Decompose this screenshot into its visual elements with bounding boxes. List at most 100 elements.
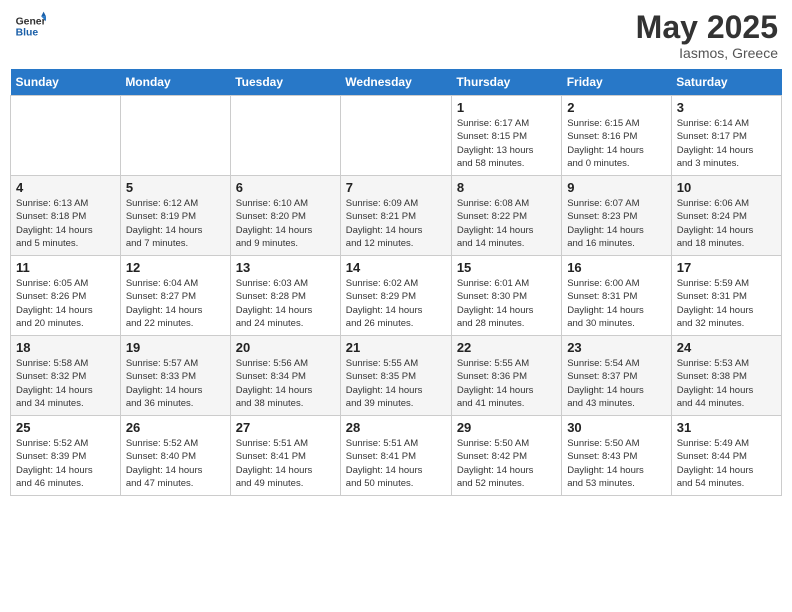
day-info: Sunrise: 6:07 AM Sunset: 8:23 PM Dayligh… [567, 197, 666, 250]
day-number: 2 [567, 100, 666, 115]
calendar-week-2: 4 Sunrise: 6:13 AM Sunset: 8:18 PM Daylig… [11, 176, 782, 256]
calendar-cell: 8 Sunrise: 6:08 AM Sunset: 8:22 PM Daylig… [451, 176, 561, 256]
day-info: Sunrise: 6:14 AM Sunset: 8:17 PM Dayligh… [677, 117, 776, 170]
calendar-cell [230, 96, 340, 176]
day-number: 13 [236, 260, 335, 275]
day-number: 16 [567, 260, 666, 275]
day-number: 9 [567, 180, 666, 195]
day-info: Sunrise: 6:04 AM Sunset: 8:27 PM Dayligh… [126, 277, 225, 330]
day-number: 5 [126, 180, 225, 195]
calendar-cell: 16 Sunrise: 6:00 AM Sunset: 8:31 PM Dayli… [562, 256, 672, 336]
day-number: 14 [346, 260, 446, 275]
calendar-cell: 26Sunrise: 5:52 AM Sunset: 8:40 PM Dayli… [120, 416, 230, 496]
page-header: General Blue May 2025 Iasmos, Greece [10, 10, 782, 61]
day-info: Sunrise: 6:13 AM Sunset: 8:18 PM Dayligh… [16, 197, 115, 250]
calendar-cell: 18Sunrise: 5:58 AM Sunset: 8:32 PM Dayli… [11, 336, 121, 416]
calendar-table: SundayMondayTuesdayWednesdayThursdayFrid… [10, 69, 782, 496]
calendar-cell: 21Sunrise: 5:55 AM Sunset: 8:35 PM Dayli… [340, 336, 451, 416]
day-number: 15 [457, 260, 556, 275]
day-number: 6 [236, 180, 335, 195]
calendar-cell: 11 Sunrise: 6:05 AM Sunset: 8:26 PM Dayli… [11, 256, 121, 336]
weekday-header-wednesday: Wednesday [340, 69, 451, 96]
day-info: Sunrise: 5:51 AM Sunset: 8:41 PM Dayligh… [236, 437, 335, 490]
calendar-body: 1 Sunrise: 6:17 AM Sunset: 8:15 PM Daylig… [11, 96, 782, 496]
day-number: 11 [16, 260, 115, 275]
month-title: May 2025 [636, 10, 778, 45]
day-info: Sunrise: 6:12 AM Sunset: 8:19 PM Dayligh… [126, 197, 225, 250]
calendar-cell: 10 Sunrise: 6:06 AM Sunset: 8:24 PM Dayli… [671, 176, 781, 256]
day-number: 4 [16, 180, 115, 195]
calendar-week-4: 18Sunrise: 5:58 AM Sunset: 8:32 PM Dayli… [11, 336, 782, 416]
day-info: Sunrise: 6:09 AM Sunset: 8:21 PM Dayligh… [346, 197, 446, 250]
calendar-cell: 22Sunrise: 5:55 AM Sunset: 8:36 PM Dayli… [451, 336, 561, 416]
day-info: Sunrise: 5:54 AM Sunset: 8:37 PM Dayligh… [567, 357, 666, 410]
day-number: 23 [567, 340, 666, 355]
day-number: 17 [677, 260, 776, 275]
calendar-cell: 27 Sunrise: 5:51 AM Sunset: 8:41 PM Dayli… [230, 416, 340, 496]
day-info: Sunrise: 5:53 AM Sunset: 8:38 PM Dayligh… [677, 357, 776, 410]
day-number: 31 [677, 420, 776, 435]
day-info: Sunrise: 6:02 AM Sunset: 8:29 PM Dayligh… [346, 277, 446, 330]
calendar-cell: 9 Sunrise: 6:07 AM Sunset: 8:23 PM Daylig… [562, 176, 672, 256]
day-number: 28 [346, 420, 446, 435]
day-info: Sunrise: 6:06 AM Sunset: 8:24 PM Dayligh… [677, 197, 776, 250]
calendar-cell: 7 Sunrise: 6:09 AM Sunset: 8:21 PM Daylig… [340, 176, 451, 256]
day-info: Sunrise: 5:56 AM Sunset: 8:34 PM Dayligh… [236, 357, 335, 410]
day-number: 10 [677, 180, 776, 195]
calendar-cell: 5 Sunrise: 6:12 AM Sunset: 8:19 PM Daylig… [120, 176, 230, 256]
location: Iasmos, Greece [636, 45, 778, 61]
day-info: Sunrise: 5:59 AM Sunset: 8:31 PM Dayligh… [677, 277, 776, 330]
day-number: 30 [567, 420, 666, 435]
day-info: Sunrise: 5:50 AM Sunset: 8:43 PM Dayligh… [567, 437, 666, 490]
day-number: 29 [457, 420, 556, 435]
calendar-cell: 3 Sunrise: 6:14 AM Sunset: 8:17 PM Daylig… [671, 96, 781, 176]
logo: General Blue [14, 10, 46, 42]
day-number: 25 [16, 420, 115, 435]
calendar-cell: 6Sunrise: 6:10 AM Sunset: 8:20 PM Daylig… [230, 176, 340, 256]
day-info: Sunrise: 6:15 AM Sunset: 8:16 PM Dayligh… [567, 117, 666, 170]
svg-text:Blue: Blue [16, 28, 39, 39]
day-info: Sunrise: 5:52 AM Sunset: 8:39 PM Dayligh… [16, 437, 115, 490]
calendar-cell: 23 Sunrise: 5:54 AM Sunset: 8:37 PM Dayli… [562, 336, 672, 416]
calendar-cell [120, 96, 230, 176]
day-info: Sunrise: 6:05 AM Sunset: 8:26 PM Dayligh… [16, 277, 115, 330]
day-number: 7 [346, 180, 446, 195]
weekday-header-sunday: Sunday [11, 69, 121, 96]
calendar-cell: 31 Sunrise: 5:49 AM Sunset: 8:44 PM Dayli… [671, 416, 781, 496]
calendar-cell: 28 Sunrise: 5:51 AM Sunset: 8:41 PM Dayli… [340, 416, 451, 496]
day-info: Sunrise: 5:52 AM Sunset: 8:40 PM Dayligh… [126, 437, 225, 490]
day-info: Sunrise: 5:50 AM Sunset: 8:42 PM Dayligh… [457, 437, 556, 490]
calendar-week-1: 1 Sunrise: 6:17 AM Sunset: 8:15 PM Daylig… [11, 96, 782, 176]
calendar-cell: 24 Sunrise: 5:53 AM Sunset: 8:38 PM Dayli… [671, 336, 781, 416]
day-info: Sunrise: 6:00 AM Sunset: 8:31 PM Dayligh… [567, 277, 666, 330]
day-info: Sunrise: 5:55 AM Sunset: 8:35 PM Dayligh… [346, 357, 446, 410]
calendar-week-3: 11 Sunrise: 6:05 AM Sunset: 8:26 PM Dayli… [11, 256, 782, 336]
day-info: Sunrise: 5:49 AM Sunset: 8:44 PM Dayligh… [677, 437, 776, 490]
calendar-cell: 25 Sunrise: 5:52 AM Sunset: 8:39 PM Dayli… [11, 416, 121, 496]
calendar-cell: 2 Sunrise: 6:15 AM Sunset: 8:16 PM Daylig… [562, 96, 672, 176]
day-info: Sunrise: 6:01 AM Sunset: 8:30 PM Dayligh… [457, 277, 556, 330]
day-info: Sunrise: 5:51 AM Sunset: 8:41 PM Dayligh… [346, 437, 446, 490]
day-number: 18 [16, 340, 115, 355]
calendar-cell: 19Sunrise: 5:57 AM Sunset: 8:33 PM Dayli… [120, 336, 230, 416]
day-number: 24 [677, 340, 776, 355]
svg-text:General: General [16, 16, 46, 27]
calendar-cell [340, 96, 451, 176]
day-number: 3 [677, 100, 776, 115]
day-number: 20 [236, 340, 335, 355]
logo-icon: General Blue [14, 10, 46, 42]
day-number: 19 [126, 340, 225, 355]
weekday-header-tuesday: Tuesday [230, 69, 340, 96]
day-info: Sunrise: 6:17 AM Sunset: 8:15 PM Dayligh… [457, 117, 556, 170]
calendar-cell: 30 Sunrise: 5:50 AM Sunset: 8:43 PM Dayli… [562, 416, 672, 496]
day-info: Sunrise: 6:03 AM Sunset: 8:28 PM Dayligh… [236, 277, 335, 330]
calendar-cell: 13 Sunrise: 6:03 AM Sunset: 8:28 PM Dayli… [230, 256, 340, 336]
day-info: Sunrise: 6:08 AM Sunset: 8:22 PM Dayligh… [457, 197, 556, 250]
calendar-cell: 1 Sunrise: 6:17 AM Sunset: 8:15 PM Daylig… [451, 96, 561, 176]
calendar-header: SundayMondayTuesdayWednesdayThursdayFrid… [11, 69, 782, 96]
calendar-cell: 20 Sunrise: 5:56 AM Sunset: 8:34 PM Dayli… [230, 336, 340, 416]
day-number: 27 [236, 420, 335, 435]
weekday-header-friday: Friday [562, 69, 672, 96]
day-number: 1 [457, 100, 556, 115]
day-number: 8 [457, 180, 556, 195]
